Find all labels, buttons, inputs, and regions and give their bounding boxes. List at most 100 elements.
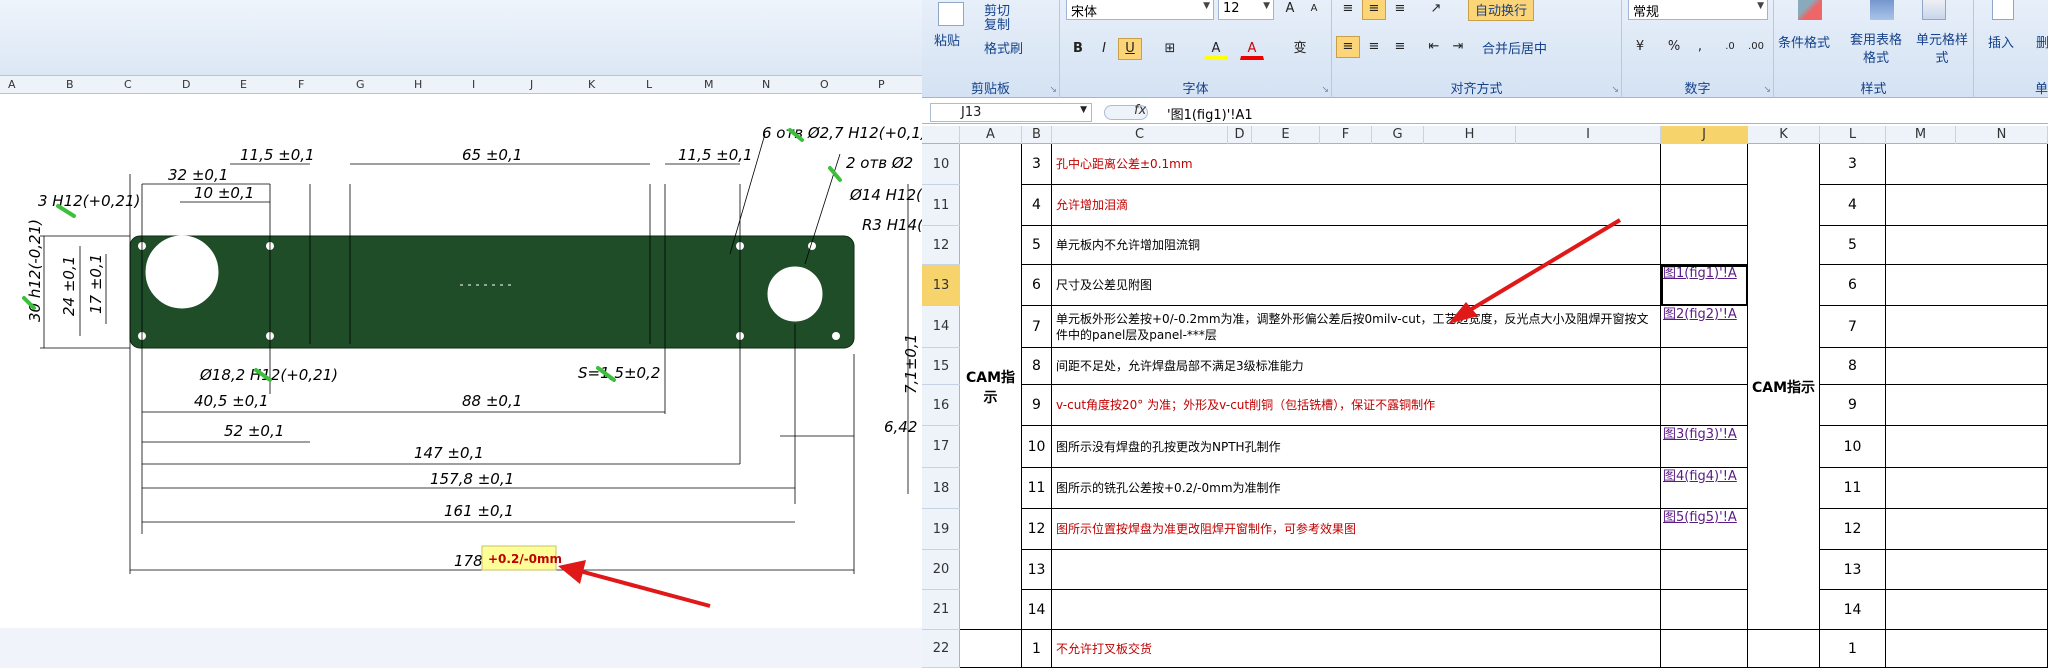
row-header-10[interactable]: 10 bbox=[922, 144, 960, 185]
empty-cell[interactable] bbox=[1886, 468, 2048, 509]
col-N[interactable]: N bbox=[1956, 126, 2048, 144]
grow-font-button[interactable]: A bbox=[1278, 0, 1302, 20]
empty-cell[interactable] bbox=[1886, 348, 2048, 385]
decrease-indent-icon[interactable]: ⇤ bbox=[1422, 36, 1446, 58]
cell-styles-button[interactable]: 单元格样式 bbox=[1914, 32, 1970, 68]
index-cell[interactable]: 5 bbox=[1820, 226, 1886, 265]
empty-cell[interactable] bbox=[1886, 509, 2048, 550]
link-cell[interactable]: 图5(fig5)'!A bbox=[1661, 509, 1748, 550]
row-header-14[interactable]: 14 bbox=[922, 306, 960, 348]
row-header-19[interactable]: 19 bbox=[922, 509, 960, 550]
align-right-icon[interactable]: ≡ bbox=[1388, 36, 1412, 58]
insert-button[interactable]: 插入 bbox=[1988, 32, 2014, 51]
orientation-icon[interactable]: ↗ bbox=[1424, 0, 1448, 20]
empty-cell[interactable] bbox=[1886, 590, 2048, 630]
font-color-button[interactable]: A bbox=[1240, 38, 1264, 60]
col-M[interactable]: M bbox=[1886, 126, 1956, 144]
col-F[interactable]: F bbox=[1320, 126, 1372, 144]
row-header-13[interactable]: 13 bbox=[922, 265, 960, 306]
seq-cell[interactable]: 8 bbox=[1022, 348, 1052, 385]
index-cell[interactable]: 6 bbox=[1820, 265, 1886, 306]
fx-icon[interactable]: fx bbox=[1134, 103, 1146, 118]
seq-cell[interactable]: 6 bbox=[1022, 265, 1052, 306]
seq-cell[interactable]: 1 bbox=[1022, 630, 1052, 668]
link-cell[interactable] bbox=[1661, 590, 1748, 630]
instruction-cell[interactable]: 孔中心距离公差±0.1mm bbox=[1052, 144, 1661, 185]
instruction-cell[interactable]: 图所示没有焊盘的孔按更改为NPTH孔制作 bbox=[1052, 426, 1661, 468]
link-cell[interactable]: 图3(fig3)'!A bbox=[1661, 426, 1748, 468]
font-size-select[interactable]: 12 ▼ bbox=[1218, 0, 1274, 20]
link-cell[interactable] bbox=[1661, 348, 1748, 385]
link-cell[interactable] bbox=[1661, 385, 1748, 426]
formula-input[interactable]: '图1(fig1)'!A1 bbox=[1167, 104, 1253, 123]
row-header-18[interactable]: 18 bbox=[922, 468, 960, 509]
table-format-button[interactable]: 套用表格格式 bbox=[1846, 32, 1906, 68]
currency-icon[interactable]: ¥ bbox=[1628, 36, 1652, 58]
seq-cell[interactable]: 10 bbox=[1022, 426, 1052, 468]
row-header-15[interactable]: 15 bbox=[922, 348, 960, 385]
merged-k-cell[interactable] bbox=[1748, 630, 1820, 668]
name-box[interactable]: J13 ▼ bbox=[930, 103, 1092, 122]
seq-cell[interactable]: 9 bbox=[1022, 385, 1052, 426]
index-cell[interactable]: 12 bbox=[1820, 509, 1886, 550]
row-header-17[interactable]: 17 bbox=[922, 426, 960, 468]
empty-cell[interactable] bbox=[1886, 226, 2048, 265]
align-top-icon[interactable]: ≡ bbox=[1336, 0, 1360, 20]
font-launcher-icon[interactable]: ↘ bbox=[1321, 85, 1329, 95]
index-cell[interactable]: 4 bbox=[1820, 185, 1886, 226]
index-cell[interactable]: 7 bbox=[1820, 306, 1886, 348]
underline-button[interactable]: U bbox=[1118, 38, 1142, 60]
decrease-decimal-button[interactable]: .00 bbox=[1744, 36, 1768, 58]
empty-cell[interactable] bbox=[1886, 385, 2048, 426]
select-all-corner[interactable] bbox=[922, 126, 960, 144]
instruction-cell[interactable]: 图所示的铣孔公差按+0.2/-0mm为准制作 bbox=[1052, 468, 1661, 509]
seq-cell[interactable]: 12 bbox=[1022, 509, 1052, 550]
phonetic-button[interactable]: 变 bbox=[1288, 38, 1312, 60]
seq-cell[interactable]: 13 bbox=[1022, 550, 1052, 590]
merged-cam-a[interactable]: CAM指示 bbox=[960, 144, 1022, 630]
fill-color-button[interactable]: A bbox=[1204, 38, 1228, 60]
shrink-font-button[interactable]: A bbox=[1302, 0, 1326, 20]
seq-cell[interactable]: 5 bbox=[1022, 226, 1052, 265]
empty-cell[interactable] bbox=[1886, 630, 2048, 668]
col-E[interactable]: E bbox=[1252, 126, 1320, 144]
seq-cell[interactable]: 14 bbox=[1022, 590, 1052, 630]
seq-cell[interactable]: 3 bbox=[1022, 144, 1052, 185]
align-left-icon[interactable]: ≡ bbox=[1336, 36, 1360, 58]
link-cell[interactable] bbox=[1661, 630, 1748, 668]
instruction-cell[interactable] bbox=[1052, 590, 1661, 630]
instruction-cell[interactable]: v-cut角度按20° 为准；外形及v-cut削铜（包括铣槽），保证不露铜制作 bbox=[1052, 385, 1661, 426]
delete-button[interactable]: 删 bbox=[2036, 32, 2048, 51]
index-cell[interactable]: 8 bbox=[1820, 348, 1886, 385]
empty-cell[interactable] bbox=[1886, 185, 2048, 226]
merge-center-button[interactable]: 合并后居中 bbox=[1482, 38, 1547, 57]
index-cell[interactable]: 10 bbox=[1820, 426, 1886, 468]
index-cell[interactable]: 13 bbox=[1820, 550, 1886, 590]
border-button[interactable]: ⊞ bbox=[1158, 38, 1182, 60]
instruction-cell[interactable]: 不允许打叉板交货 bbox=[1052, 630, 1661, 668]
index-cell[interactable]: 1 bbox=[1820, 630, 1886, 668]
row-header-20[interactable]: 20 bbox=[922, 550, 960, 590]
bold-button[interactable]: B bbox=[1066, 38, 1090, 60]
link-cell[interactable]: 图4(fig4)'!A bbox=[1661, 468, 1748, 509]
clipboard-launcher-icon[interactable]: ↘ bbox=[1049, 85, 1057, 95]
seq-cell[interactable]: 4 bbox=[1022, 185, 1052, 226]
number-format-select[interactable]: 常规 ▼ bbox=[1628, 0, 1768, 20]
empty-cell[interactable] bbox=[1886, 550, 2048, 590]
col-H[interactable]: H bbox=[1424, 126, 1516, 144]
paste-button[interactable]: 粘贴 bbox=[934, 30, 960, 49]
comma-button[interactable]: , bbox=[1688, 36, 1712, 58]
row-header-11[interactable]: 11 bbox=[922, 185, 960, 226]
row-header-12[interactable]: 12 bbox=[922, 226, 960, 265]
index-cell[interactable]: 14 bbox=[1820, 590, 1886, 630]
instruction-cell[interactable]: 间距不足处，允许焊盘局部不满足3级标准能力 bbox=[1052, 348, 1661, 385]
increase-decimal-button[interactable]: .0 bbox=[1718, 36, 1742, 58]
index-cell[interactable]: 3 bbox=[1820, 144, 1886, 185]
wrap-text-button[interactable]: 自动换行 bbox=[1468, 0, 1535, 21]
merged-cam-k[interactable]: CAM指示 bbox=[1748, 144, 1820, 630]
col-D[interactable]: D bbox=[1228, 126, 1252, 144]
col-B[interactable]: B bbox=[1022, 126, 1052, 144]
empty-cell[interactable] bbox=[1886, 306, 2048, 348]
percent-button[interactable]: % bbox=[1662, 36, 1686, 58]
alignment-launcher-icon[interactable]: ↘ bbox=[1611, 85, 1619, 95]
